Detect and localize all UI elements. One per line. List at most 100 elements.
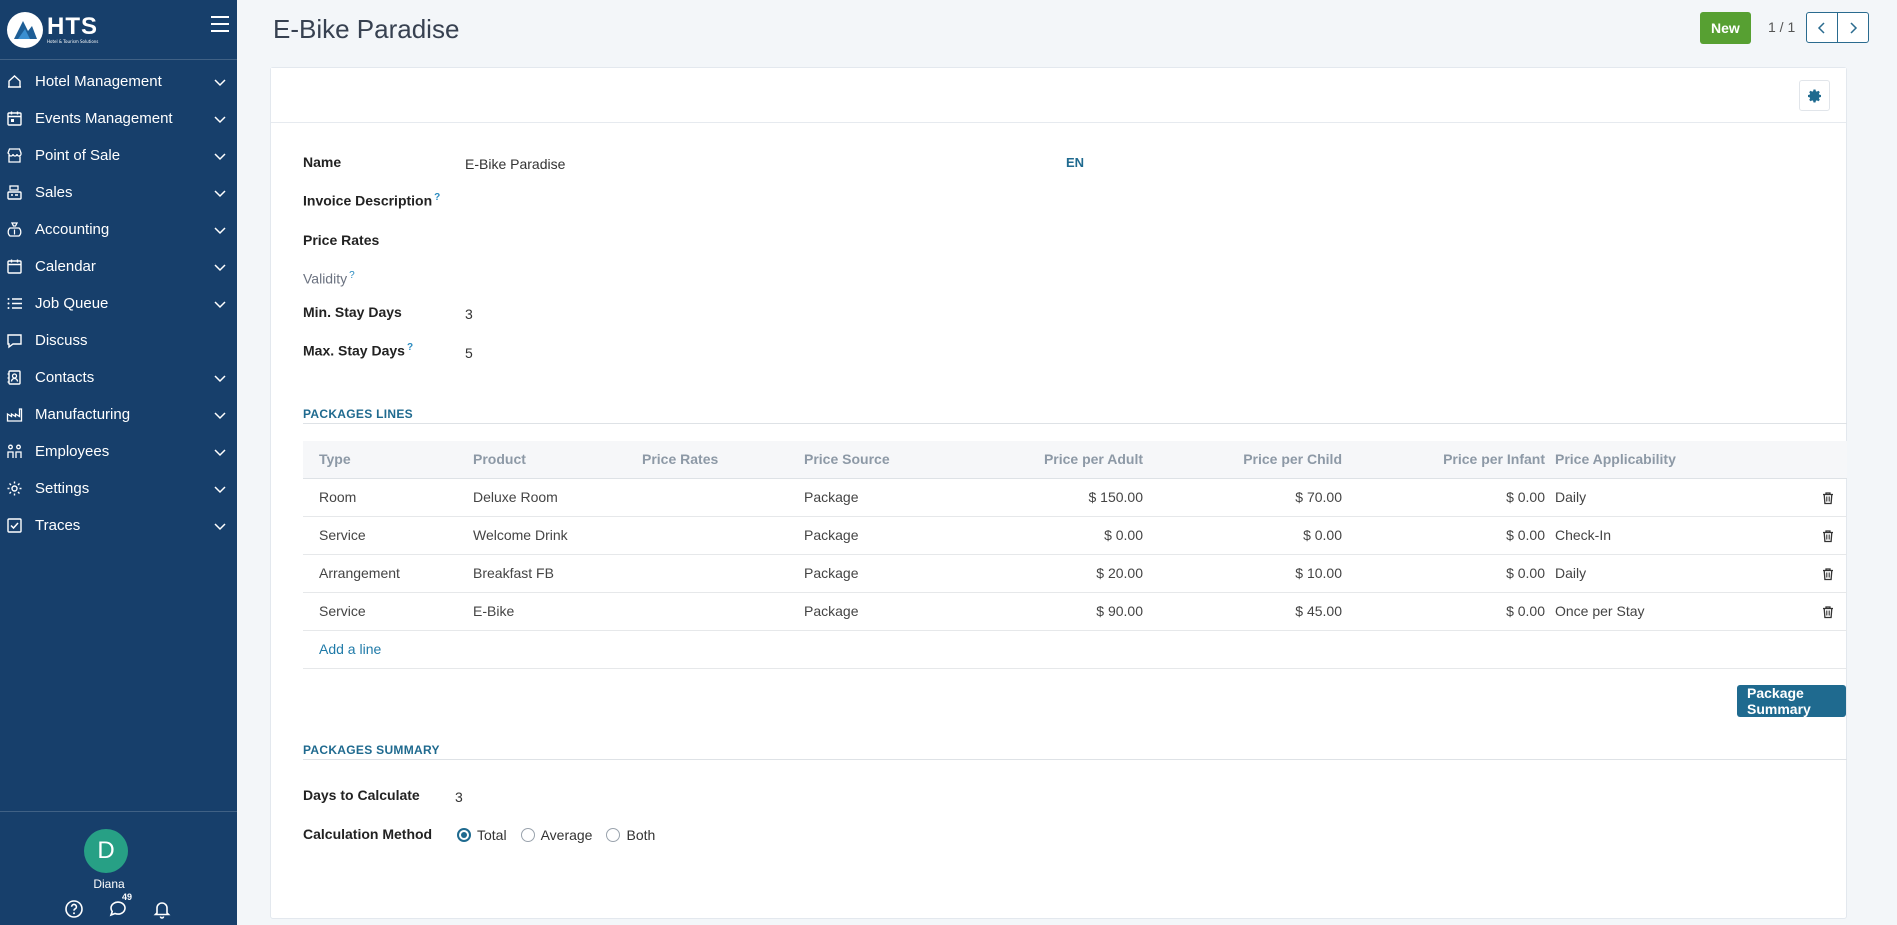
cell-price-per-adult[interactable]: $ 150.00 — [936, 478, 1149, 517]
table-row[interactable]: Arrangement Breakfast FB Package $ 20.00 $ 1… — [303, 554, 1847, 593]
cell-price-applicability[interactable]: Daily — [1551, 478, 1805, 517]
package-summary-button[interactable]: Package Summary — [1737, 685, 1846, 717]
chevron-down-icon[interactable] — [213, 223, 227, 237]
bell-icon[interactable] — [152, 899, 172, 923]
cell-product[interactable]: Breakfast FB — [457, 554, 626, 593]
radio-both[interactable]: Both — [606, 827, 655, 843]
chevron-down-icon[interactable] — [213, 445, 227, 459]
cell-price-rates[interactable] — [626, 592, 788, 631]
cell-price-source[interactable]: Package — [788, 516, 936, 555]
pager-next-button[interactable] — [1837, 12, 1869, 43]
menu-toggle-icon[interactable] — [211, 16, 229, 32]
cell-type[interactable]: Service — [303, 516, 457, 555]
cell-price-applicability[interactable]: Once per Stay — [1551, 592, 1805, 631]
radio-button-icon[interactable] — [520, 828, 535, 842]
sidebar-item-events-management[interactable]: Events Management — [0, 100, 237, 137]
cell-price-rates[interactable] — [626, 478, 788, 517]
add-line-link[interactable]: Add a line — [319, 641, 381, 657]
table-row[interactable]: Service Welcome Drink Package $ 0.00 $ 0.00 $… — [303, 516, 1847, 555]
cell-price-per-child[interactable]: $ 10.00 — [1149, 554, 1348, 593]
cell-price-source[interactable]: Package — [788, 554, 936, 593]
cell-price-applicability[interactable]: Check-In — [1551, 516, 1805, 555]
sidebar-item-traces[interactable]: Traces — [0, 507, 237, 544]
cell-price-rates[interactable] — [626, 516, 788, 555]
max-stay-field[interactable]: 5 — [465, 345, 473, 361]
radio-total[interactable]: Total — [457, 827, 507, 843]
sidebar-item-settings[interactable]: Settings — [0, 470, 237, 507]
chevron-down-icon[interactable] — [213, 260, 227, 274]
table-row[interactable]: Service E-Bike Package $ 90.00 $ 45.00 $ 0.00… — [303, 592, 1847, 631]
cell-price-per-infant[interactable]: $ 0.00 — [1348, 516, 1551, 555]
sidebar-item-employees[interactable]: Employees — [0, 433, 237, 470]
column-header-price-source[interactable]: Price Source — [788, 441, 936, 479]
column-header-product[interactable]: Product — [457, 441, 626, 479]
settings-button[interactable] — [1799, 80, 1830, 111]
name-field[interactable]: E-Bike Paradise — [465, 156, 565, 172]
column-header-price-per-adult[interactable]: Price per Adult — [936, 441, 1149, 479]
avatar[interactable]: D — [84, 829, 128, 873]
logo-icon[interactable] — [7, 11, 43, 48]
cell-price-per-child[interactable]: $ 45.00 — [1149, 592, 1348, 631]
chevron-down-icon[interactable] — [213, 297, 227, 311]
delete-row-button[interactable] — [1805, 554, 1847, 593]
help-tooltip-icon[interactable]: ? — [407, 342, 413, 353]
column-header-price-applicability[interactable]: Price Applicability — [1551, 441, 1805, 479]
cell-product[interactable]: Deluxe Room — [457, 478, 626, 517]
sidebar-item-label: Events Management — [35, 110, 173, 127]
help-tooltip-icon[interactable]: ? — [349, 270, 355, 281]
delete-row-button[interactable] — [1805, 592, 1847, 631]
cell-price-per-child[interactable]: $ 0.00 — [1149, 516, 1348, 555]
column-header-type[interactable]: Type — [303, 441, 457, 479]
sidebar-item-accounting[interactable]: Accounting — [0, 211, 237, 248]
chevron-down-icon[interactable] — [213, 482, 227, 496]
chevron-down-icon[interactable] — [213, 371, 227, 385]
table-row[interactable]: Room Deluxe Room Package $ 150.00 $ 70.00 $ 0… — [303, 478, 1847, 517]
sidebar-item-hotel-management[interactable]: Hotel Management — [0, 63, 237, 100]
radio-button-icon[interactable] — [606, 828, 621, 842]
chevron-down-icon[interactable] — [213, 408, 227, 422]
cell-product[interactable]: E-Bike — [457, 592, 626, 631]
cell-price-applicability[interactable]: Daily — [1551, 554, 1805, 593]
cell-price-per-adult[interactable]: $ 20.00 — [936, 554, 1149, 593]
help-icon[interactable] — [64, 899, 84, 923]
chevron-down-icon[interactable] — [213, 186, 227, 200]
radio-average[interactable]: Average — [520, 827, 592, 843]
cell-type[interactable]: Arrangement — [303, 554, 457, 593]
sidebar-item-manufacturing[interactable]: Manufacturing — [0, 396, 237, 433]
cell-type[interactable]: Service — [303, 592, 457, 631]
column-header-price-per-child[interactable]: Price per Child — [1149, 441, 1348, 479]
sidebar-item-contacts[interactable]: Contacts — [0, 359, 237, 396]
cell-price-per-adult[interactable]: $ 0.00 — [936, 516, 1149, 555]
language-button[interactable]: EN — [1066, 155, 1084, 170]
cell-price-per-adult[interactable]: $ 90.00 — [936, 592, 1149, 631]
cell-price-per-infant[interactable]: $ 0.00 — [1348, 592, 1551, 631]
sidebar-item-calendar[interactable]: Calendar — [0, 248, 237, 285]
cell-price-source[interactable]: Package — [788, 478, 936, 517]
column-header-price-rates[interactable]: Price Rates — [626, 441, 788, 479]
radio-button-icon[interactable] — [457, 828, 471, 842]
delete-row-button[interactable] — [1805, 478, 1847, 517]
cell-type[interactable]: Room — [303, 478, 457, 517]
help-tooltip-icon[interactable]: ? — [434, 192, 440, 203]
cell-price-per-infant[interactable]: $ 0.00 — [1348, 554, 1551, 593]
messages-button[interactable]: 49 — [108, 892, 132, 923]
sidebar-item-job-queue[interactable]: Job Queue — [0, 285, 237, 322]
chevron-down-icon[interactable] — [213, 519, 227, 533]
chevron-down-icon[interactable] — [213, 75, 227, 89]
sidebar-item-point-of-sale[interactable]: Point of Sale — [0, 137, 237, 174]
chevron-down-icon[interactable] — [213, 149, 227, 163]
new-button[interactable]: New — [1700, 12, 1751, 44]
cell-price-rates[interactable] — [626, 554, 788, 593]
min-stay-field[interactable]: 3 — [465, 306, 473, 322]
pager-previous-button[interactable] — [1806, 12, 1838, 43]
sidebar-item-sales[interactable]: Sales — [0, 174, 237, 211]
days-to-calculate-field[interactable]: 3 — [455, 789, 463, 805]
sidebar-item-discuss[interactable]: Discuss — [0, 322, 237, 359]
cell-price-source[interactable]: Package — [788, 592, 936, 631]
chevron-down-icon[interactable] — [213, 112, 227, 126]
column-header-price-per-infant[interactable]: Price per Infant — [1348, 441, 1551, 479]
cell-product[interactable]: Welcome Drink — [457, 516, 626, 555]
cell-price-per-child[interactable]: $ 70.00 — [1149, 478, 1348, 517]
cell-price-per-infant[interactable]: $ 0.00 — [1348, 478, 1551, 517]
delete-row-button[interactable] — [1805, 516, 1847, 555]
